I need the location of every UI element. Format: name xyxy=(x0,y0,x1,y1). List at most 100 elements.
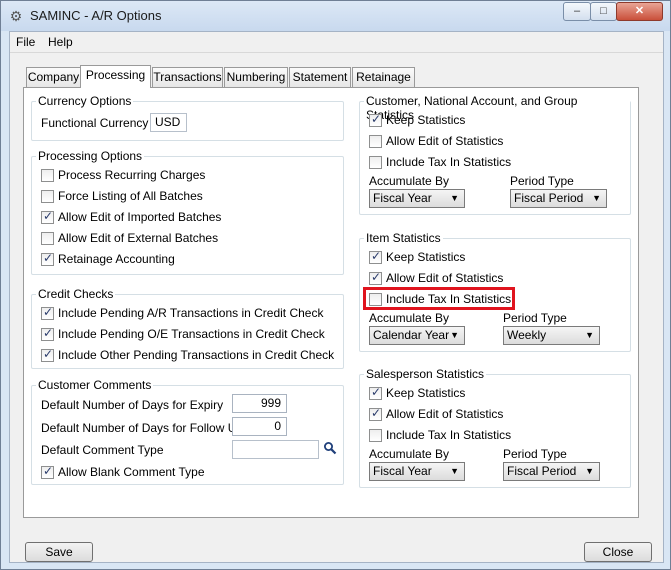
processing-options-group: Processing Options Process Recurring Cha… xyxy=(31,149,344,275)
tab-company[interactable]: Company xyxy=(26,67,81,87)
sales-accumulate-label: Accumulate By xyxy=(369,447,450,461)
chevron-down-icon: ▼ xyxy=(450,193,459,203)
title-bar: ⚙ SAMINC - A/R Options – □ ✕ xyxy=(1,1,670,31)
credit-checks-title: Credit Checks xyxy=(36,287,116,301)
customer-comments-title: Customer Comments xyxy=(36,378,154,392)
days-followup-label: Default Number of Days for Follow Up xyxy=(41,421,244,435)
chevron-down-icon: ▼ xyxy=(450,466,459,476)
cust-include-tax-checkbox[interactable] xyxy=(369,156,382,169)
currency-options-group: Currency Options Functional Currency USD xyxy=(31,94,344,141)
tab-retainage[interactable]: Retainage xyxy=(352,67,415,87)
functional-currency-value: USD xyxy=(150,113,187,132)
item-accumulate-value: Calendar Year xyxy=(373,328,450,342)
allow-blank-type-checkbox[interactable]: ✓ xyxy=(41,464,54,479)
cust-period-dropdown[interactable]: Fiscal Period ▼ xyxy=(510,189,607,208)
save-button[interactable]: Save xyxy=(25,542,93,562)
maximize-button[interactable]: □ xyxy=(590,2,617,21)
item-period-dropdown[interactable]: Weekly ▼ xyxy=(503,326,600,345)
allow-blank-type-label: Allow Blank Comment Type xyxy=(58,465,205,479)
days-expiry-label: Default Number of Days for Expiry xyxy=(41,398,224,412)
sales-period-dropdown[interactable]: Fiscal Period ▼ xyxy=(503,462,600,481)
pending-other-label: Include Other Pending Transactions in Cr… xyxy=(58,348,335,362)
functional-currency-label: Functional Currency xyxy=(41,116,149,130)
app-gear-icon: ⚙ xyxy=(9,8,23,24)
comment-type-input[interactable] xyxy=(232,440,319,459)
sales-period-label: Period Type xyxy=(503,447,567,461)
days-followup-input[interactable]: 0 xyxy=(232,417,287,436)
sales-keep-stats-label: Keep Statistics xyxy=(386,386,466,400)
sales-allow-edit-label: Allow Edit of Statistics xyxy=(386,407,504,421)
menu-bar: File Help xyxy=(10,32,663,53)
cust-allow-edit-label: Allow Edit of Statistics xyxy=(386,134,504,148)
item-accumulate-label: Accumulate By xyxy=(369,311,450,325)
pending-oe-label: Include Pending O/E Transactions in Cred… xyxy=(58,327,325,341)
force-listing-label: Force Listing of All Batches xyxy=(58,189,203,203)
cust-accumulate-dropdown[interactable]: Fiscal Year ▼ xyxy=(369,189,465,208)
allow-edit-external-label: Allow Edit of External Batches xyxy=(58,231,219,245)
pending-other-checkbox[interactable]: ✓ xyxy=(41,347,54,362)
item-period-label: Period Type xyxy=(503,311,567,325)
window-title: SAMINC - A/R Options xyxy=(30,8,162,23)
sales-accumulate-dropdown[interactable]: Fiscal Year ▼ xyxy=(369,462,465,481)
menu-file[interactable]: File xyxy=(16,35,35,49)
salesperson-statistics-title: Salesperson Statistics xyxy=(364,367,487,381)
item-keep-stats-label: Keep Statistics xyxy=(386,250,466,264)
tab-transactions[interactable]: Transactions xyxy=(152,67,223,87)
search-icon[interactable] xyxy=(323,441,337,455)
allow-edit-imported-label: Allow Edit of Imported Batches xyxy=(58,210,222,224)
force-listing-checkbox[interactable] xyxy=(41,190,54,203)
chevron-down-icon: ▼ xyxy=(450,330,459,340)
currency-options-title: Currency Options xyxy=(36,94,134,108)
credit-checks-group: Credit Checks ✓ Include Pending A/R Tran… xyxy=(31,287,344,369)
tab-numbering[interactable]: Numbering xyxy=(224,67,288,87)
client-area: File Help Company Processing Transaction… xyxy=(9,31,664,563)
cust-allow-edit-checkbox[interactable] xyxy=(369,135,382,148)
sales-include-tax-checkbox[interactable] xyxy=(369,429,382,442)
sales-period-value: Fiscal Period xyxy=(507,464,577,478)
tab-processing[interactable]: Processing xyxy=(80,65,151,88)
item-keep-stats-checkbox[interactable]: ✓ xyxy=(369,249,382,264)
days-expiry-input[interactable]: 999 xyxy=(232,394,287,413)
close-button[interactable]: Close xyxy=(584,542,652,562)
process-recurring-checkbox[interactable] xyxy=(41,169,54,182)
close-window-button[interactable]: ✕ xyxy=(616,2,663,21)
item-statistics-title: Item Statistics xyxy=(364,231,443,245)
processing-options-title: Processing Options xyxy=(36,149,145,163)
menu-help[interactable]: Help xyxy=(48,35,73,49)
comment-type-label: Default Comment Type xyxy=(41,443,164,457)
processing-panel: Currency Options Functional Currency USD… xyxy=(23,87,639,518)
include-tax-highlight-box xyxy=(363,287,515,310)
cust-keep-stats-checkbox[interactable]: ✓ xyxy=(369,112,382,127)
sales-allow-edit-checkbox[interactable]: ✓ xyxy=(369,406,382,421)
chevron-down-icon: ▼ xyxy=(592,193,601,203)
cust-period-value: Fiscal Period xyxy=(514,191,584,205)
item-statistics-group: Item Statistics ✓ Keep Statistics ✓ Allo… xyxy=(359,231,631,352)
allow-edit-imported-checkbox[interactable]: ✓ xyxy=(41,209,54,224)
cust-period-label: Period Type xyxy=(510,174,574,188)
allow-edit-external-checkbox[interactable] xyxy=(41,232,54,245)
pending-ar-label: Include Pending A/R Transactions in Cred… xyxy=(58,306,324,320)
retainage-accounting-label: Retainage Accounting xyxy=(58,252,175,266)
cust-accumulate-value: Fiscal Year xyxy=(373,191,432,205)
pending-ar-checkbox[interactable]: ✓ xyxy=(41,305,54,320)
item-accumulate-dropdown[interactable]: Calendar Year ▼ xyxy=(369,326,465,345)
sales-include-tax-label: Include Tax In Statistics xyxy=(386,428,512,442)
pending-oe-checkbox[interactable]: ✓ xyxy=(41,326,54,341)
sales-keep-stats-checkbox[interactable]: ✓ xyxy=(369,385,382,400)
item-allow-edit-label: Allow Edit of Statistics xyxy=(386,271,504,285)
customer-comments-group: Customer Comments Default Number of Days… xyxy=(31,378,344,485)
retainage-accounting-checkbox[interactable]: ✓ xyxy=(41,251,54,266)
tab-statement[interactable]: Statement xyxy=(289,67,351,87)
process-recurring-label: Process Recurring Charges xyxy=(58,168,206,182)
minimize-button[interactable]: – xyxy=(563,2,591,21)
chevron-down-icon: ▼ xyxy=(585,330,594,340)
cust-accumulate-label: Accumulate By xyxy=(369,174,450,188)
cust-include-tax-label: Include Tax In Statistics xyxy=(386,155,512,169)
options-window: ⚙ SAMINC - A/R Options – □ ✕ File Help C… xyxy=(0,0,671,570)
item-period-value: Weekly xyxy=(507,328,547,342)
chevron-down-icon: ▼ xyxy=(585,466,594,476)
customer-statistics-group: Customer, National Account, and Group St… xyxy=(359,94,631,215)
item-allow-edit-checkbox[interactable]: ✓ xyxy=(369,270,382,285)
salesperson-statistics-group: Salesperson Statistics ✓ Keep Statistics… xyxy=(359,367,631,488)
cust-keep-stats-label: Keep Statistics xyxy=(386,113,466,127)
